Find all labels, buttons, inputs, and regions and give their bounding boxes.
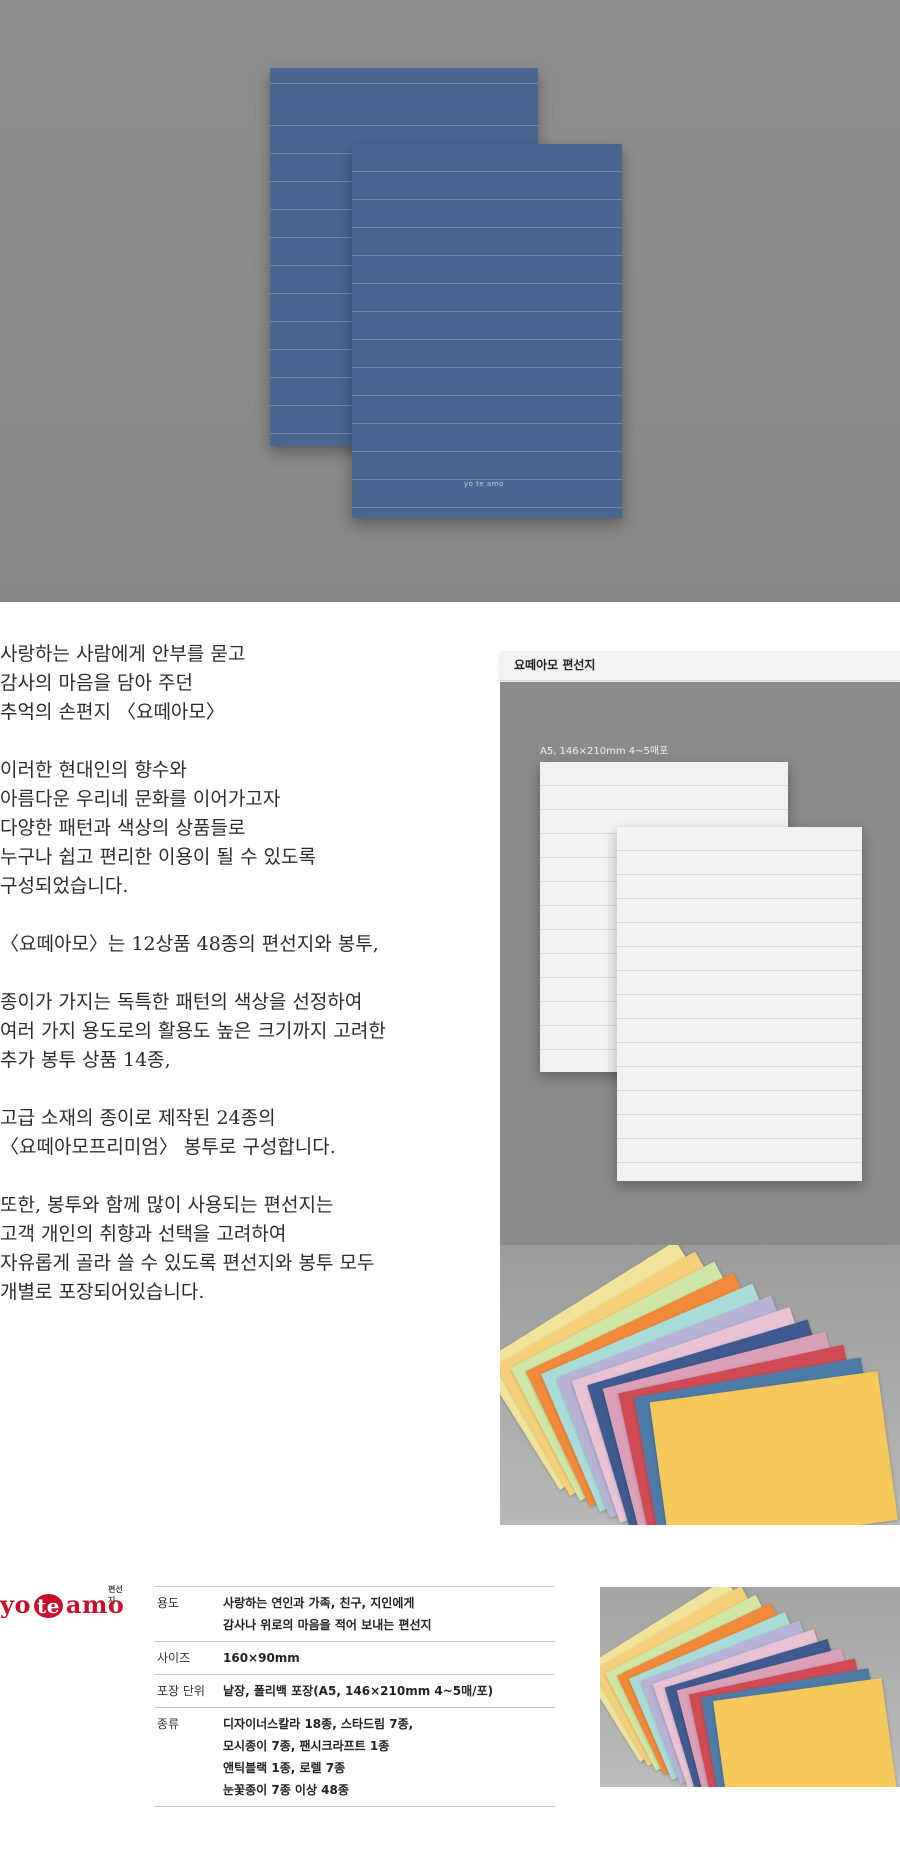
spec-key: 사이즈 [157,1651,191,1665]
spec-row: 사이즈 160×90mm [155,1641,555,1675]
spec-key: 종류 [157,1717,180,1731]
intro-paragraph-4: 종이가 가지는 독특한 패턴의 색상을 선정하여 여러 가지 용도로의 활용도 … [0,991,386,1071]
intro-paragraph-1: 사랑하는 사람에게 안부를 묻고 감사의 마음을 담아 주던 추억의 손편지 〈… [0,643,246,723]
logo-text: yo te amo [0,1590,125,1619]
color-paper-fan-photo [500,1245,900,1525]
spec-value: 낱장, 폴리백 포장(A5, 146×210mm 4~5매/포) [223,1684,494,1698]
spec-key: 포장 단위 [157,1684,205,1698]
spec-row: 포장 단위 낱장, 폴리백 포장(A5, 146×210mm 4~5매/포) [155,1674,555,1708]
intro-paragraph-6: 또한, 봉투와 함께 많이 사용되는 편선지는 고객 개인의 취향과 선택을 고… [0,1194,375,1303]
intro-paragraph-2: 이러한 현대인의 향수와 아름다운 우리네 문화를 이어가고자 다양한 패턴과 … [0,759,316,897]
color-paper-thumbnail [600,1587,900,1787]
intro-text: 사랑하는 사람에게 안부를 묻고 감사의 마음을 담아 주던 추억의 손편지 〈… [0,640,450,1336]
white-letter-sheet-front [617,827,862,1181]
product-panel-title: 요떼아모 편선지 [514,658,596,672]
size-caption: A5, 146×210mm 4~5매포 [540,746,669,757]
yoteamo-logo: yo te amo 편선지 [0,1585,125,1620]
logo-subtitle: 편선지 [108,1585,123,1605]
spec-table: 용도 사랑하는 연인과 가족, 친구, 지인에게 감사나 위로의 마음을 적어 … [155,1586,555,1807]
blue-letter-sheet-front: yo te amo [352,144,622,518]
white-paper-photo: A5, 146×210mm 4~5매포 [500,682,900,1245]
intro-paragraph-3: 〈요떼아모〉는 12상품 48종의 편선지와 봉투, [0,933,379,955]
spec-value: 디자이너스칼라 18종, 스타드림 7종, 모시종이 7종, 팬시크라프트 1종… [223,1717,414,1797]
spec-row: 종류 디자이너스칼라 18종, 스타드림 7종, 모시종이 7종, 팬시크라프트… [155,1707,555,1807]
product-panel-header: 요떼아모 편선지 [500,651,900,681]
intro-paragraph-5: 고급 소재의 종이로 제작된 24종의 〈요떼아모프리미엄〉 봉투로 구성합니다… [0,1107,336,1158]
hero-photo: yo te amo [0,0,900,602]
spec-value: 사랑하는 연인과 가족, 친구, 지인에게 감사나 위로의 마음을 적어 보내는… [223,1596,432,1632]
spec-row: 용도 사랑하는 연인과 가족, 친구, 지인에게 감사나 위로의 마음을 적어 … [155,1586,555,1642]
spec-value: 160×90mm [223,1651,300,1665]
spec-key: 용도 [157,1596,180,1610]
sheet-brand-mark: yo te amo [464,480,504,488]
